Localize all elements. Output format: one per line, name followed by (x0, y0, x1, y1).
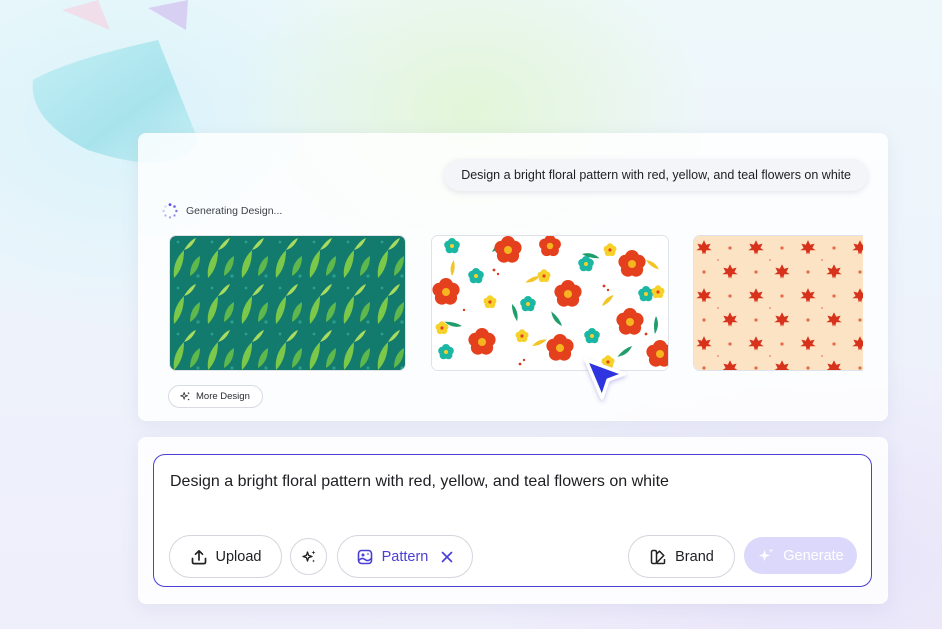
upload-label: Upload (215, 548, 262, 565)
close-icon[interactable] (440, 550, 454, 564)
upload-icon (191, 549, 206, 564)
result-thumbnail-floral-pattern[interactable] (431, 235, 669, 371)
result-thumbnail-maple-pattern[interactable] (693, 235, 863, 371)
pattern-image-icon (357, 549, 372, 564)
brand-label: Brand (675, 548, 714, 565)
sparkle-icon (180, 391, 191, 401)
brand-button[interactable]: Brand (628, 535, 735, 578)
more-design-label: More Design (196, 391, 250, 402)
status-text: Generating Design... (186, 205, 283, 217)
decorative-purple-shape (148, 0, 188, 30)
user-prompt-bubble: Design a bright floral pattern with red,… (444, 159, 868, 191)
mouse-pointer-icon (584, 358, 626, 400)
prompt-input-box[interactable]: Design a bright floral pattern with red,… (153, 454, 872, 587)
maple-pattern-image (694, 236, 863, 370)
results-carousel (169, 235, 863, 371)
loading-spinner-icon (162, 203, 178, 219)
prompt-input[interactable]: Design a bright floral pattern with red,… (170, 473, 669, 491)
pattern-tag[interactable]: Pattern (337, 535, 473, 578)
generation-status: Generating Design... (162, 203, 282, 219)
pattern-label: Pattern (381, 548, 429, 565)
upload-button[interactable]: Upload (169, 535, 282, 578)
generate-label: Generate (783, 547, 844, 564)
composer-panel: Design a bright floral pattern with red,… (138, 437, 888, 604)
result-thumbnail-leaf-pattern[interactable] (169, 235, 406, 371)
floral-pattern-image (432, 236, 668, 370)
magic-enhance-button[interactable] (290, 538, 327, 575)
more-design-button[interactable]: More Design (168, 385, 263, 408)
sparkle-icon (759, 548, 774, 561)
generation-panel: Design a bright floral pattern with red,… (138, 133, 888, 421)
generate-button[interactable]: Generate (744, 537, 857, 574)
brand-swatch-icon (650, 549, 666, 564)
leaf-pattern-image (170, 236, 405, 370)
sparkle-icon (301, 550, 315, 562)
decorative-pink-shape (62, 0, 110, 30)
